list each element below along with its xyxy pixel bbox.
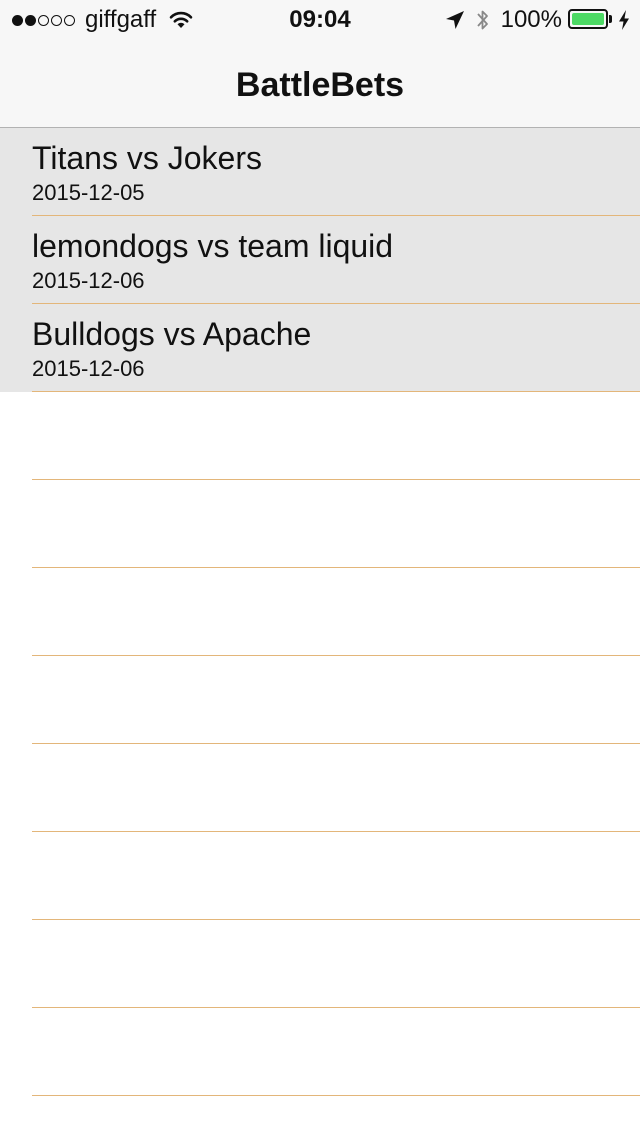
- location-arrow-icon: [445, 11, 464, 29]
- battery-level: [572, 13, 604, 25]
- empty-row: [0, 744, 640, 832]
- status-right: 100%: [445, 6, 630, 34]
- match-title: Titans vs Jokers: [32, 140, 262, 176]
- empty-row: [0, 832, 640, 920]
- charging-bolt-icon: [619, 10, 629, 30]
- match-title: lemondogs vs team liquid: [32, 228, 394, 264]
- match-date: 2015-12-05: [32, 180, 145, 205]
- navigation-bar: BattleBets: [0, 40, 640, 128]
- battery-icon: [568, 9, 614, 31]
- battery-tip: [609, 15, 612, 23]
- status-bar: giffgaff 09:04 100%: [0, 0, 640, 40]
- match-date: 2015-12-06: [32, 268, 145, 293]
- empty-row: [0, 392, 640, 480]
- battery-body: [568, 9, 608, 29]
- empty-row: [0, 920, 640, 1008]
- matches-table: Titans vs Jokers 2015-12-05 lemondogs vs…: [0, 128, 640, 1096]
- empty-row: [0, 568, 640, 656]
- empty-row: [0, 480, 640, 568]
- empty-row: [0, 1008, 640, 1096]
- bluetooth-icon: [476, 10, 488, 30]
- battery-percentage: 100%: [500, 6, 562, 33]
- match-row[interactable]: Titans vs Jokers 2015-12-05: [0, 128, 640, 216]
- page-title: BattleBets: [235, 66, 405, 104]
- row-separator: [32, 1095, 640, 1096]
- empty-row: [0, 656, 640, 744]
- match-title: Bulldogs vs Apache: [32, 316, 312, 352]
- match-row[interactable]: Bulldogs vs Apache 2015-12-06: [0, 304, 640, 392]
- match-row[interactable]: lemondogs vs team liquid 2015-12-06: [0, 216, 640, 304]
- match-date: 2015-12-06: [32, 356, 145, 381]
